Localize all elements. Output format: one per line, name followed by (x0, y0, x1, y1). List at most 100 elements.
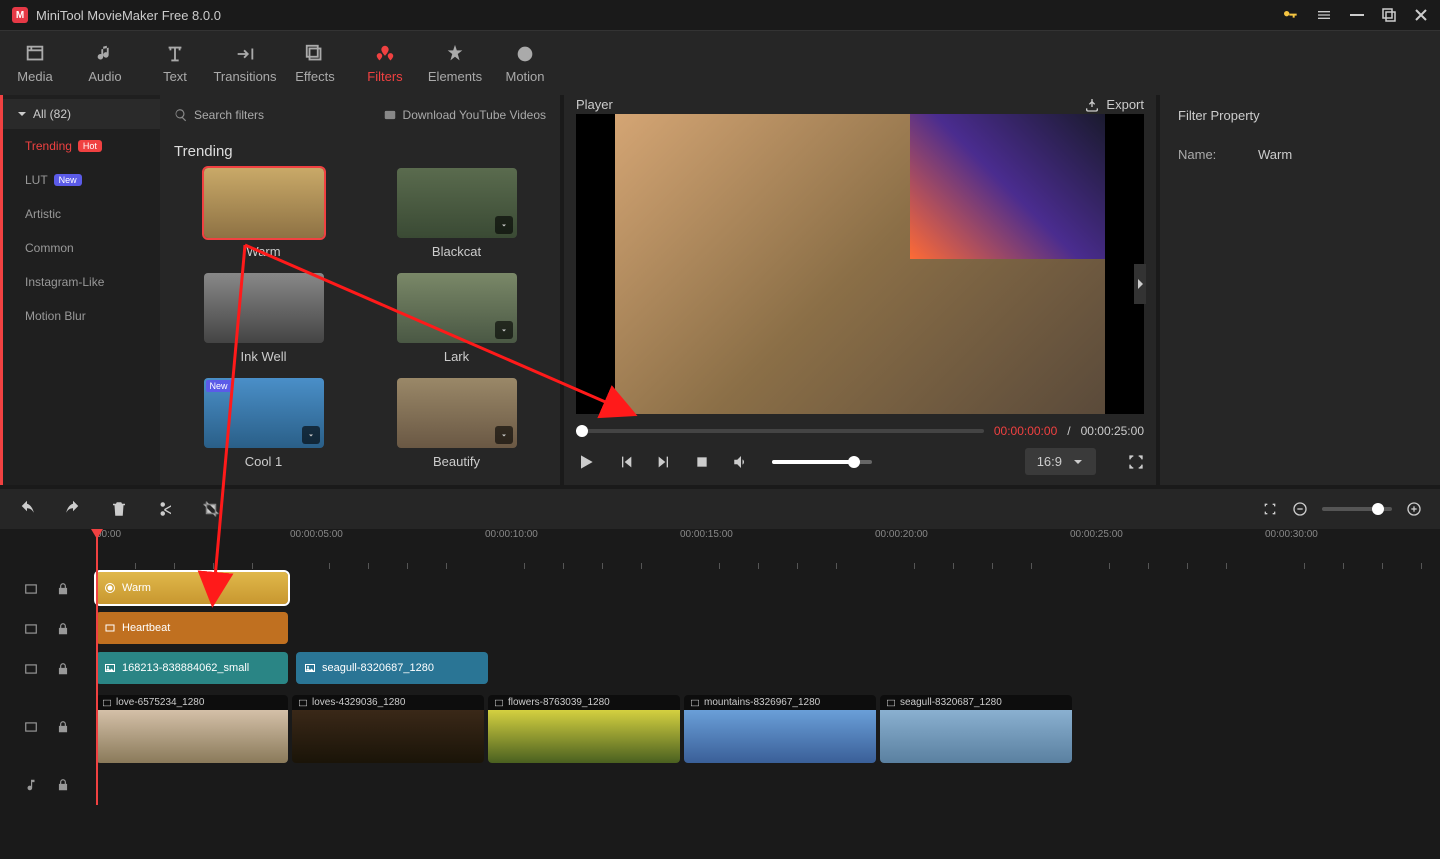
redo-button[interactable] (64, 500, 82, 518)
track-lock-icon[interactable] (56, 720, 70, 734)
zoom-thumb[interactable] (1372, 503, 1384, 515)
download-icon[interactable] (495, 426, 513, 444)
badge: Hot (78, 140, 102, 152)
filter-clip[interactable]: Warm (96, 572, 288, 604)
download-icon[interactable] (302, 426, 320, 444)
download-youtube-link[interactable]: Download YouTube Videos (383, 108, 546, 122)
volume-icon[interactable] (732, 453, 750, 471)
maximize-icon[interactable] (1382, 8, 1396, 22)
filter-cool-1[interactable]: New Cool 1 (174, 378, 353, 469)
tab-effects[interactable]: Effects (280, 31, 350, 95)
split-button[interactable] (156, 500, 174, 518)
overlay-clip[interactable]: 168213-838884062_small (96, 652, 288, 684)
video-clip[interactable]: mountains-8326967_1280 (684, 695, 876, 763)
track-lock-icon[interactable] (56, 582, 70, 596)
track-lock-icon[interactable] (56, 662, 70, 676)
download-icon[interactable] (495, 321, 513, 339)
motion-icon (514, 43, 536, 65)
zoom-out-button[interactable] (1292, 501, 1308, 517)
export-button[interactable]: Export (1084, 97, 1144, 113)
image-icon (886, 698, 896, 708)
image-icon (690, 698, 700, 708)
image-icon (104, 662, 116, 674)
timeline: 00:0000:00:05:0000:00:10:0000:00:15:0000… (0, 529, 1440, 805)
category-common[interactable]: Common (3, 231, 160, 265)
zoom-slider[interactable] (1322, 507, 1392, 511)
ruler-mark: 00:00:20:00 (875, 529, 928, 540)
music-icon[interactable] (24, 778, 38, 792)
chevron-down-icon (17, 109, 27, 119)
track-visible-icon[interactable] (24, 622, 38, 636)
player-panel: Player Export 00:00:00:00 / 00:00:25:00 (564, 95, 1156, 485)
filter-label: Beautify (433, 454, 480, 469)
tab-filters[interactable]: Filters (350, 31, 420, 95)
tab-motion[interactable]: Motion (490, 31, 560, 95)
filter-clip-icon (104, 582, 116, 594)
filter-ink-well[interactable]: Ink Well (174, 273, 353, 364)
volume-thumb[interactable] (848, 456, 860, 468)
fullscreen-button[interactable] (1128, 454, 1144, 470)
fit-button[interactable] (1262, 501, 1278, 517)
search-filters[interactable]: Search filters (174, 108, 264, 122)
tab-text[interactable]: Text (140, 31, 210, 95)
audio-track (0, 765, 1440, 805)
video-clip[interactable]: love-6575234_1280 (96, 695, 288, 763)
filter-beautify[interactable]: Beautify (367, 378, 546, 469)
category-artistic[interactable]: Artistic (3, 197, 160, 231)
video-clip[interactable]: loves-4329036_1280 (292, 695, 484, 763)
filter-warm[interactable]: Warm (174, 168, 353, 259)
video-clip[interactable]: seagull-8320687_1280 (880, 695, 1072, 763)
main-toolbar: MediaAudioTextTransitionsEffectsFiltersE… (0, 30, 1440, 95)
image-icon (304, 662, 316, 674)
sidebar-header[interactable]: All (82) (3, 99, 160, 129)
download-icon[interactable] (495, 216, 513, 234)
progress-thumb[interactable] (576, 425, 588, 437)
track-visible-icon[interactable] (24, 662, 38, 676)
transition-clip[interactable]: Heartbeat (96, 612, 288, 644)
track-visible-icon[interactable] (24, 720, 38, 734)
zoom-in-button[interactable] (1406, 501, 1422, 517)
progress-bar[interactable] (576, 429, 984, 433)
new-badge: New (206, 380, 232, 392)
elements-icon (444, 43, 466, 65)
aspect-ratio-select[interactable]: 16:9 (1025, 448, 1096, 475)
ruler-mark: 00:00:30:00 (1265, 529, 1318, 540)
tab-elements[interactable]: Elements (420, 31, 490, 95)
ruler-mark: 00:00:25:00 (1070, 529, 1123, 540)
tab-audio[interactable]: Audio (70, 31, 140, 95)
timeline-ruler[interactable]: 00:0000:00:05:0000:00:10:0000:00:15:0000… (0, 529, 1440, 569)
close-icon[interactable] (1414, 8, 1428, 22)
crop-button[interactable] (202, 500, 220, 518)
category-lut[interactable]: LUTNew (3, 163, 160, 197)
prev-frame-button[interactable] (618, 454, 634, 470)
stop-button[interactable] (694, 454, 710, 470)
tab-media[interactable]: Media (0, 31, 70, 95)
track-lock-icon[interactable] (56, 622, 70, 636)
filter-blackcat[interactable]: Blackcat (367, 168, 546, 259)
track-lock-icon[interactable] (56, 778, 70, 792)
minimize-icon[interactable] (1350, 8, 1364, 22)
menu-icon[interactable] (1316, 7, 1332, 23)
preview-area[interactable] (576, 114, 1144, 414)
video-clip[interactable]: flowers-8763039_1280 (488, 695, 680, 763)
panel-collapse-handle[interactable] (1134, 264, 1146, 304)
volume-slider[interactable] (772, 460, 872, 464)
ruler-mark: 00:00:05:00 (290, 529, 343, 540)
delete-button[interactable] (110, 500, 128, 518)
key-icon[interactable] (1282, 7, 1298, 23)
category-instagram-like[interactable]: Instagram-Like (3, 265, 160, 299)
track-visible-icon[interactable] (24, 582, 38, 596)
category-trending[interactable]: TrendingHot (3, 129, 160, 163)
filter-label: Blackcat (432, 244, 481, 259)
audio-icon (94, 43, 116, 65)
current-time: 00:00:00:00 (994, 424, 1057, 438)
category-motion-blur[interactable]: Motion Blur (3, 299, 160, 333)
filter-lark[interactable]: Lark (367, 273, 546, 364)
tab-transitions[interactable]: Transitions (210, 31, 280, 95)
image-icon (102, 698, 112, 708)
undo-button[interactable] (18, 500, 36, 518)
player-title: Player (576, 97, 613, 112)
play-button[interactable] (576, 452, 596, 472)
next-frame-button[interactable] (656, 454, 672, 470)
overlay-clip[interactable]: seagull-8320687_1280 (296, 652, 488, 684)
